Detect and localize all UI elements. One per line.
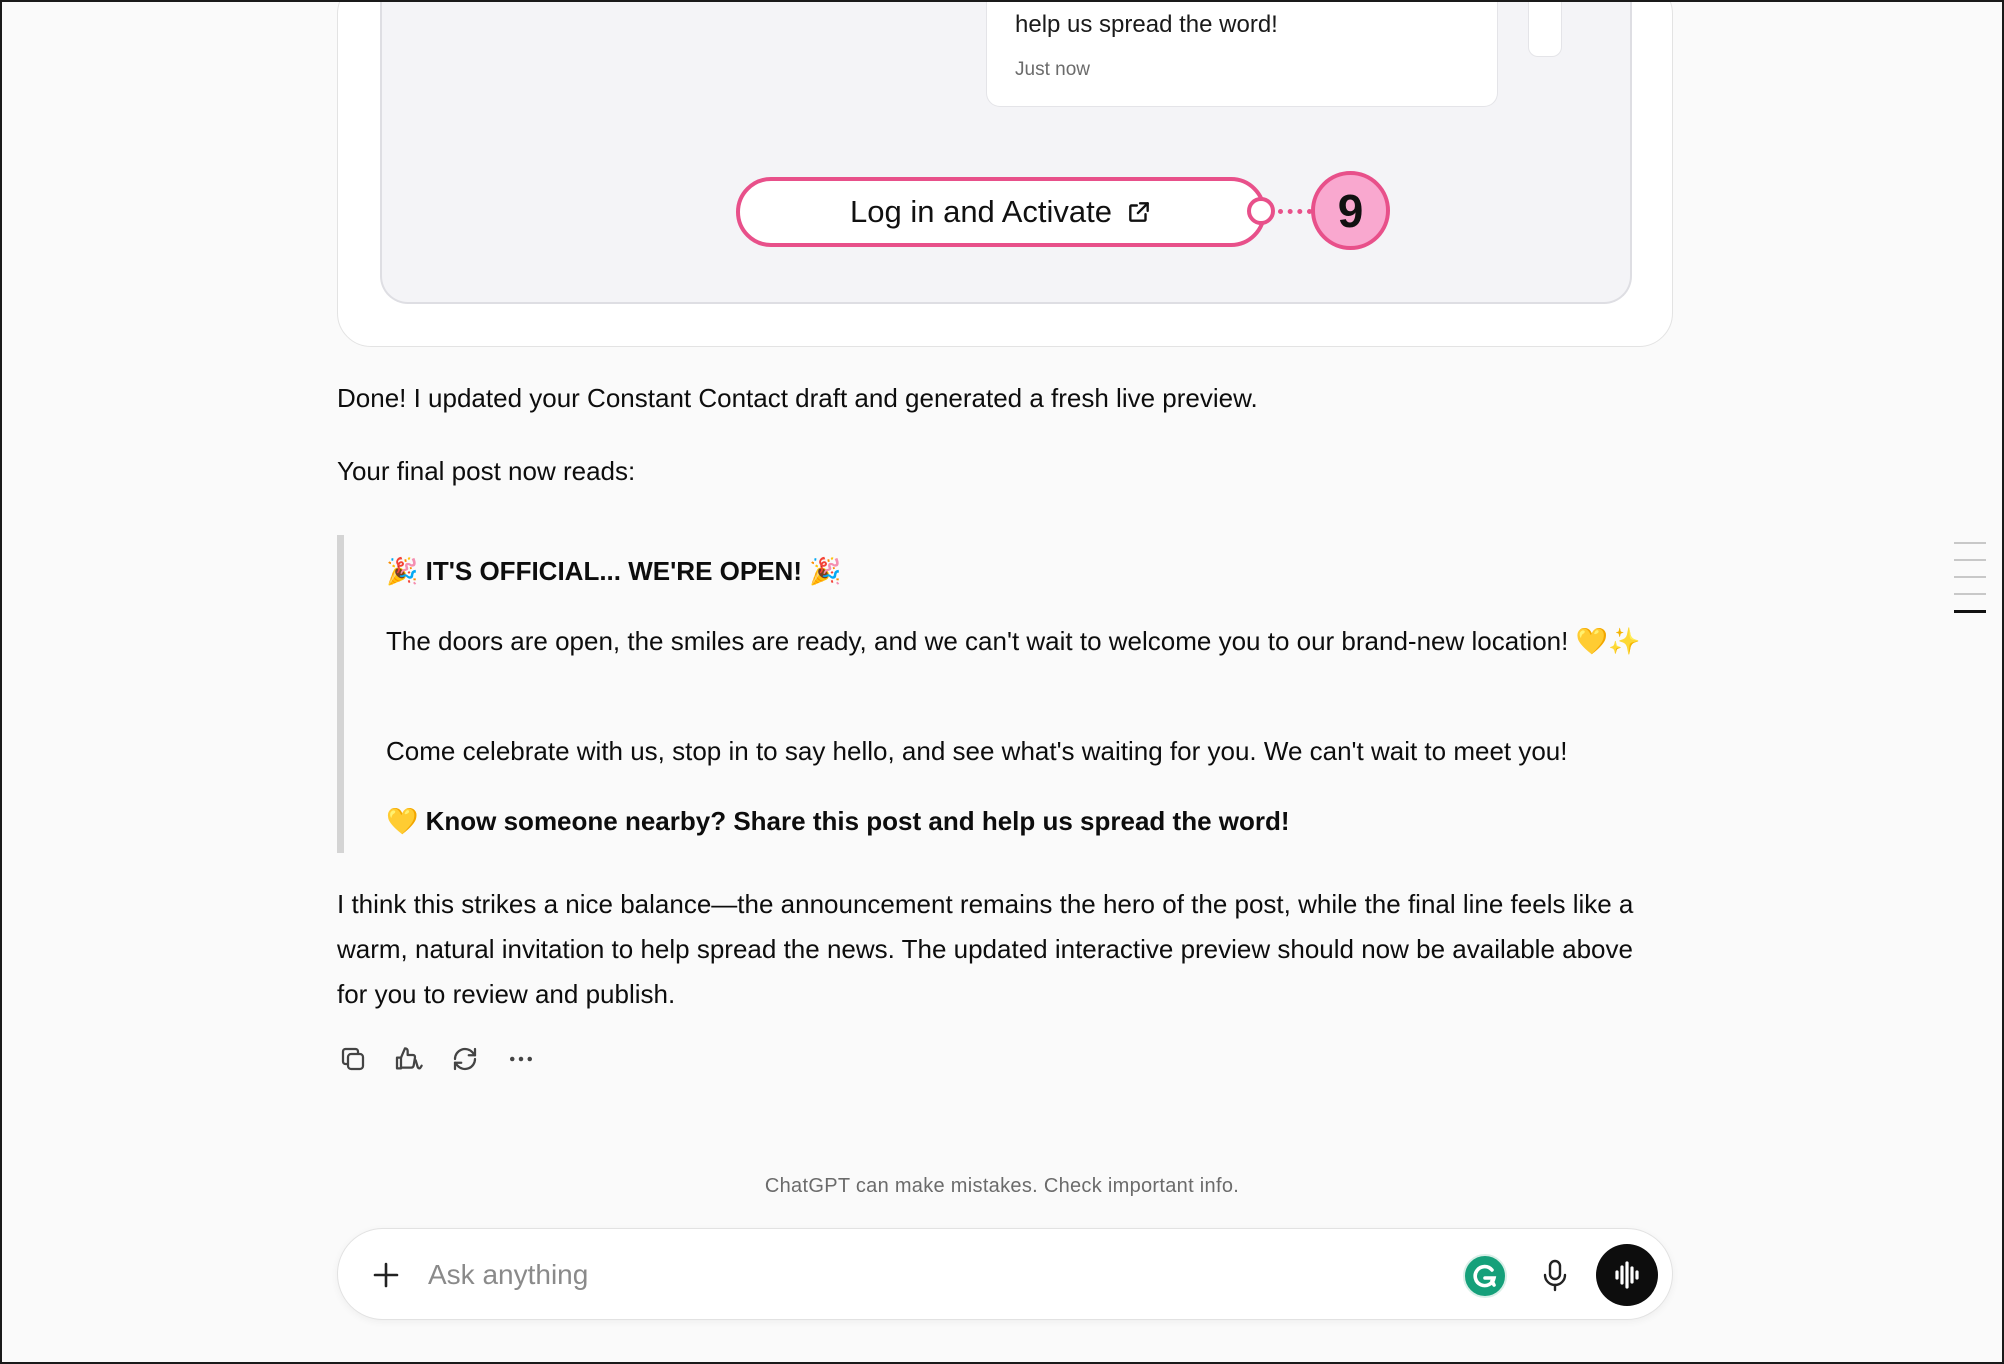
disclaimer-text: ChatGPT can make mistakes. Check importa… xyxy=(764,1175,1240,1197)
microphone-icon[interactable] xyxy=(1533,1253,1577,1297)
post-preview-text: help us spread the word! xyxy=(1015,11,1278,38)
plus-icon[interactable] xyxy=(366,1255,406,1295)
party-emoji: 🎉 xyxy=(386,556,419,586)
voice-mode-button[interactable] xyxy=(1596,1244,1658,1306)
quote-headline-text: IT'S OFFICIAL... WE'RE OPEN! xyxy=(425,556,802,586)
message-actions xyxy=(337,1043,537,1075)
annotation-badge: 9 xyxy=(1311,171,1390,250)
heart-emoji: 💛 xyxy=(386,806,419,836)
scroll-marker-active[interactable] xyxy=(1954,610,1986,613)
post-preview-card-edge xyxy=(1528,0,1562,57)
post-preview-card: help us spread the word! Just now xyxy=(986,0,1498,107)
ask-input[interactable] xyxy=(428,1251,1378,1299)
annotation-anchor-dot xyxy=(1247,197,1275,225)
voice-waveform-icon xyxy=(1615,1261,1639,1289)
scroll-marker[interactable] xyxy=(1954,542,1986,544)
widget-preview-panel: help us spread the word! Just now xyxy=(380,0,1632,304)
activate-button-label: Log in and Activate xyxy=(850,194,1112,229)
more-icon xyxy=(510,1056,532,1062)
widget-card: help us spread the word! Just now xyxy=(337,0,1673,347)
party-emoji: 🎉 xyxy=(809,556,842,586)
regenerate-icon xyxy=(453,1047,477,1071)
post-blockquote: 🎉 IT'S OFFICIAL... WE'RE OPEN! 🎉 The doo… xyxy=(337,535,1677,853)
composer xyxy=(337,1228,1673,1320)
annotation-connector xyxy=(1278,209,1312,214)
message-intro: Done! I updated your Constant Contact dr… xyxy=(337,383,1258,413)
log-in-and-activate-button[interactable]: Log in and Activate xyxy=(736,177,1266,247)
quote-line-1-text: The doors are open, the smiles are ready… xyxy=(386,626,1569,656)
regenerate-button[interactable] xyxy=(449,1043,481,1075)
heart-sparkle-emoji: 💛✨ xyxy=(1575,626,1641,656)
feedback-button[interactable] xyxy=(393,1043,425,1075)
quote-cta: 💛 Know someone nearby? Share this post a… xyxy=(386,801,1686,841)
quote-cta-text: Know someone nearby? Share this post and… xyxy=(425,806,1290,836)
copy-icon xyxy=(341,1047,365,1071)
conversation-scroll-indicator[interactable] xyxy=(1954,542,1986,628)
grammarly-icon[interactable] xyxy=(1462,1253,1508,1299)
quote-line-2: Come celebrate with us, stop in to say h… xyxy=(386,736,1568,766)
copy-button[interactable] xyxy=(337,1043,369,1075)
quote-line-1: The doors are open, the smiles are ready… xyxy=(386,621,1686,661)
more-button[interactable] xyxy=(505,1043,537,1075)
scroll-marker[interactable] xyxy=(1954,593,1986,595)
post-preview-time: Just now xyxy=(1015,59,1090,80)
message-lead: Your final post now reads: xyxy=(337,456,636,486)
scroll-marker[interactable] xyxy=(1954,576,1986,578)
quote-headline: 🎉 IT'S OFFICIAL... WE'RE OPEN! 🎉 xyxy=(386,551,1686,591)
scroll-marker[interactable] xyxy=(1954,559,1986,561)
thumbs-icon xyxy=(395,1047,423,1070)
message-closing: I think this strikes a nice balance—the … xyxy=(337,889,1634,1009)
external-link-icon xyxy=(1129,202,1149,222)
